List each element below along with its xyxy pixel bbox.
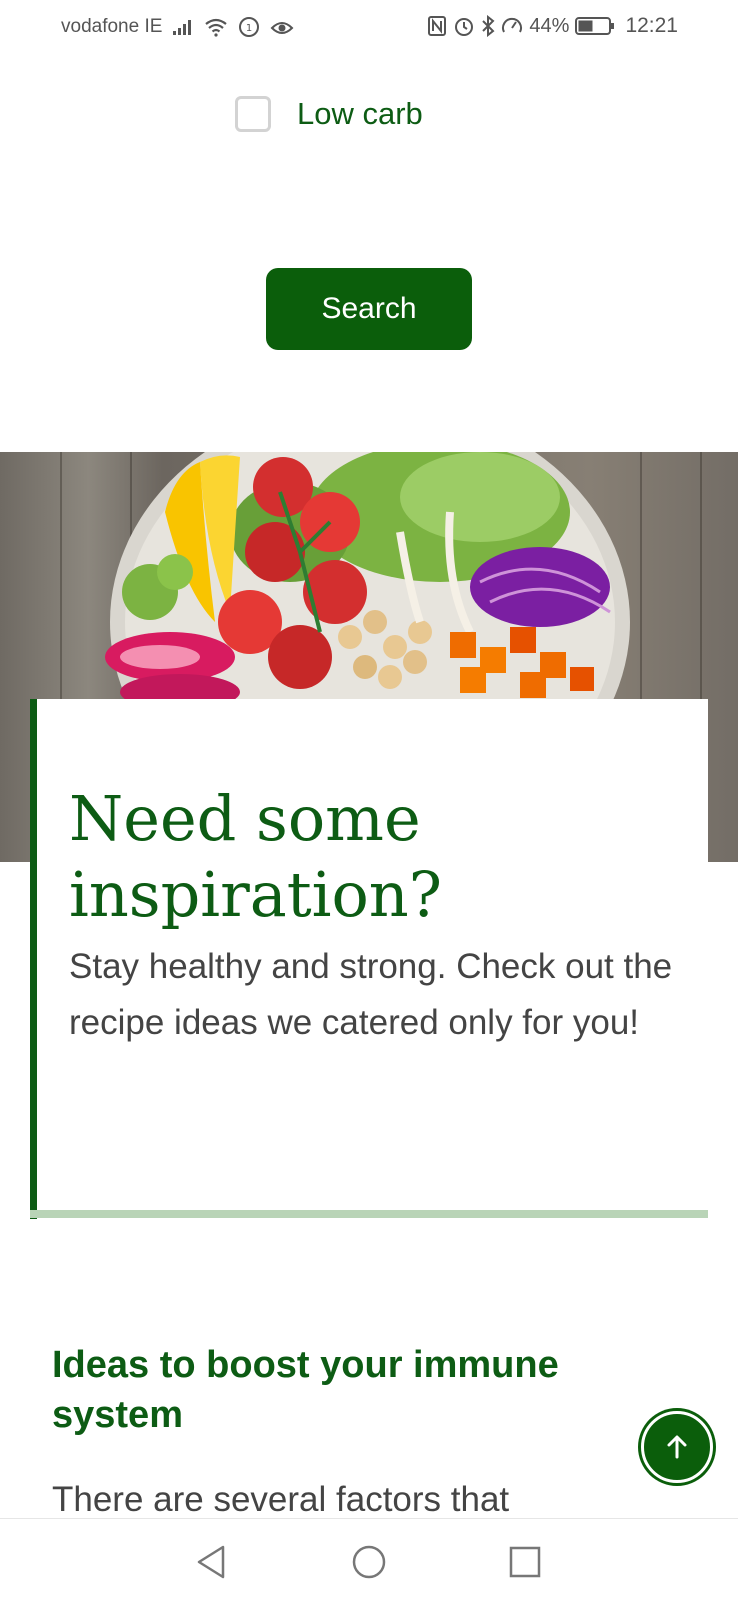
low-carb-label[interactable]: Low carb (297, 96, 423, 132)
home-button[interactable] (346, 1539, 392, 1585)
carrier-name: vodafone IE (61, 16, 163, 37)
arrow-up-icon (667, 1435, 687, 1459)
card-bottom-accent (30, 1210, 708, 1218)
back-icon (197, 1545, 225, 1579)
low-carb-checkbox[interactable] (235, 96, 271, 132)
navigation-bar (0, 1518, 738, 1600)
low-carb-filter[interactable]: Low carb (235, 96, 423, 132)
search-button[interactable]: Search (266, 268, 472, 350)
nfc-icon (427, 15, 447, 37)
inspiration-title: Need some inspiration? (69, 782, 442, 931)
svg-text:1: 1 (246, 23, 252, 34)
clock: 12:21 (625, 14, 678, 37)
status-right: 44% 12:21 (427, 14, 678, 38)
page: vodafone IE 1 44% 12:21 Low carb Search … (0, 0, 738, 1600)
ideas-heading: Ideas to boost your immune system (52, 1344, 559, 1436)
recents-icon (509, 1546, 541, 1578)
battery-icon (575, 16, 615, 36)
wifi-icon (204, 17, 228, 37)
status-bar: vodafone IE 1 44% 12:21 (0, 0, 738, 56)
status-left: vodafone IE 1 (61, 16, 294, 38)
inspiration-text: Stay healthy and strong. Check out the r… (69, 947, 673, 1042)
eye-comfort-icon (270, 17, 294, 37)
scroll-to-top-button[interactable] (641, 1411, 713, 1483)
inspiration-card: Need some inspiration? Stay healthy and … (30, 699, 708, 1219)
speed-icon (501, 15, 523, 37)
back-button[interactable] (188, 1539, 234, 1585)
home-icon (352, 1545, 386, 1579)
battery-percent: 44% (529, 14, 570, 37)
data-saver-icon: 1 (238, 16, 260, 38)
recents-button[interactable] (502, 1539, 548, 1585)
signal-icon (172, 18, 194, 36)
bluetooth-icon (481, 15, 495, 37)
alarm-icon (453, 15, 475, 37)
